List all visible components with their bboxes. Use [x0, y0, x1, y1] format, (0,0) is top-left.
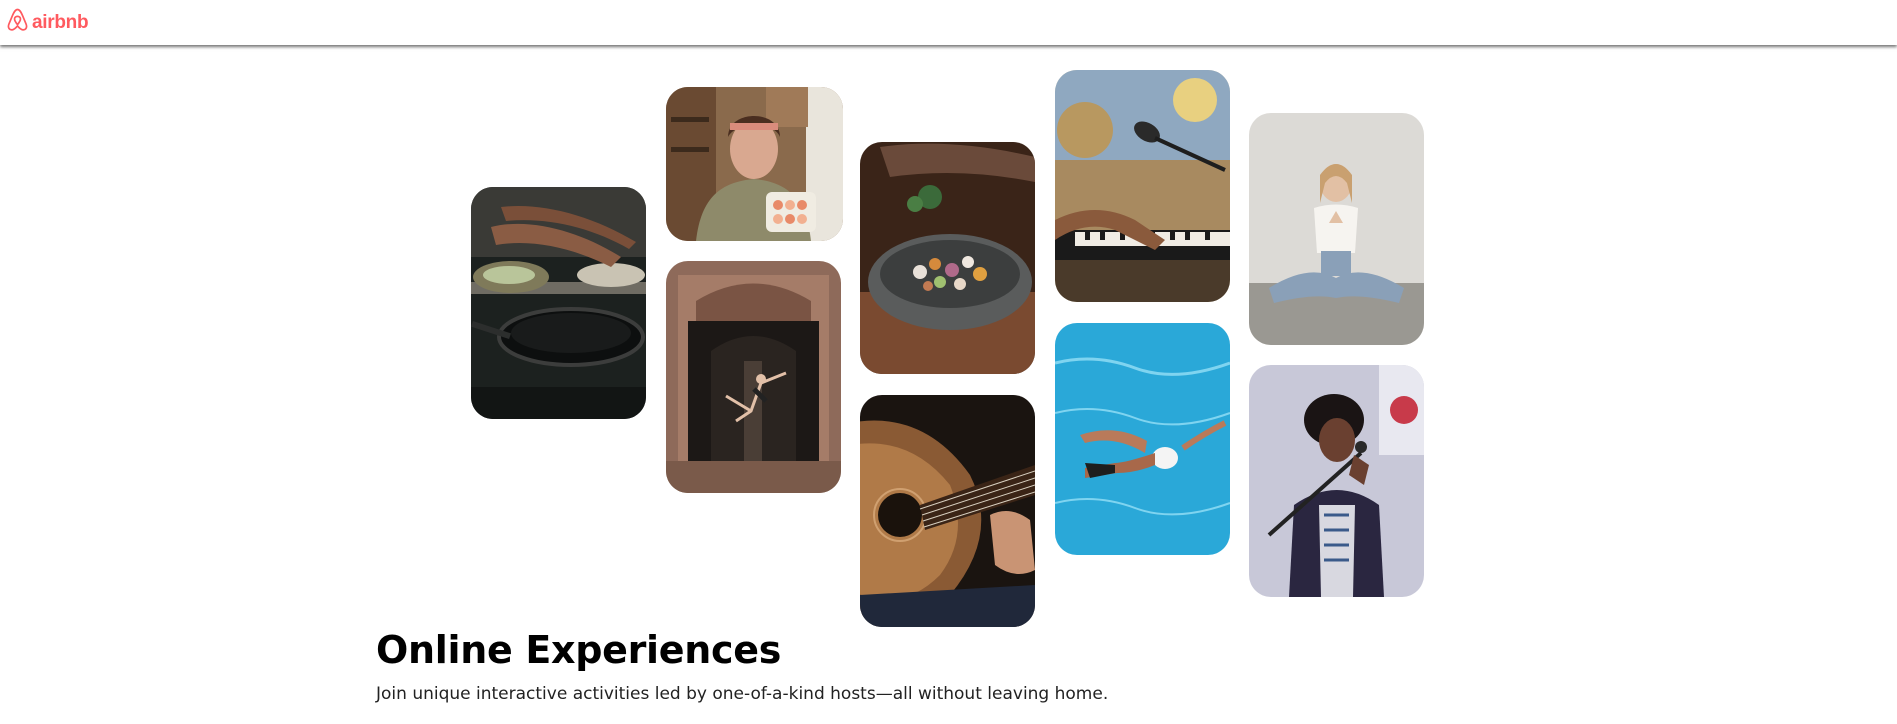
page-title: Online Experiences — [376, 628, 782, 672]
singer-photo — [1249, 365, 1424, 597]
swimmer-photo — [1055, 323, 1230, 555]
yoga-photo — [1249, 113, 1424, 345]
airbnb-wordmark: airbnb — [32, 11, 89, 33]
baker-photo — [666, 87, 843, 241]
guitar-photo — [860, 395, 1035, 627]
food-bowl-photo — [860, 142, 1035, 374]
piano-microphone-photo — [1055, 70, 1230, 302]
dancer-photo — [666, 261, 841, 493]
airbnb-logo[interactable]: airbnb — [7, 8, 89, 37]
top-navbar: airbnb — [0, 0, 1897, 45]
airbnb-logo-icon — [7, 8, 28, 37]
cooking-photo — [471, 187, 646, 419]
page-subtitle: Join unique interactive activities led b… — [376, 684, 1109, 704]
experience-photo-grid: Online Experiences Join unique interacti… — [0, 0, 1897, 724]
